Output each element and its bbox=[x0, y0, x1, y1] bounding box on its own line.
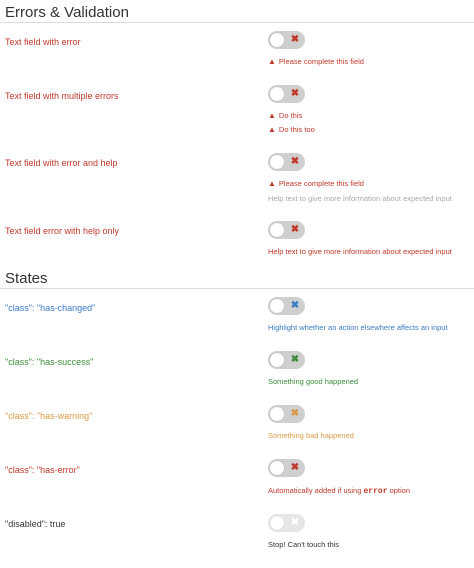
close-icon: ✖ bbox=[290, 300, 300, 311]
toggle-knob bbox=[270, 33, 284, 47]
close-icon: ✖ bbox=[290, 88, 300, 99]
toggle-switch-error-and-help[interactable]: ✖ bbox=[268, 153, 305, 171]
state-label: "class": "has-changed" bbox=[5, 303, 96, 313]
error-message: ▲ Do this bbox=[268, 111, 302, 120]
state-label: "disabled": true bbox=[5, 519, 66, 529]
states-section-title: States bbox=[5, 270, 48, 287]
toggle-switch-has-warning[interactable]: ✖ bbox=[268, 405, 305, 423]
error-message-text: Please complete this field bbox=[278, 179, 364, 188]
toggle-knob bbox=[270, 155, 284, 169]
field-label: Text field with error and help bbox=[5, 158, 118, 168]
state-label: "class": "has-warning" bbox=[5, 411, 93, 421]
toggle-switch-disabled: ✖ bbox=[268, 514, 305, 532]
help-text: Something good happened bbox=[268, 377, 359, 386]
help-text-code: error bbox=[363, 487, 388, 496]
error-message-text: Do this bbox=[278, 111, 303, 120]
toggle-knob bbox=[270, 223, 284, 237]
help-text: Something bad happened bbox=[268, 431, 354, 440]
section-divider bbox=[0, 288, 474, 289]
field-label: Text field error with help only bbox=[5, 226, 120, 236]
toggle-switch-multiple-errors[interactable]: ✖ bbox=[268, 85, 305, 103]
error-help-text: Help text to give more information about… bbox=[268, 247, 452, 256]
error-message: ▲ Please complete this field bbox=[268, 57, 364, 66]
close-icon: ✖ bbox=[290, 462, 300, 473]
toggle-switch-has-error[interactable]: ✖ bbox=[268, 459, 305, 477]
state-label: "class": "has-success" bbox=[5, 357, 94, 367]
warning-icon: ▲ bbox=[268, 125, 276, 134]
help-text: Stop! Can't touch this bbox=[268, 540, 340, 549]
error-message: ▲ Do this too bbox=[268, 125, 315, 134]
help-text: Automatically added if using error optio… bbox=[268, 486, 410, 496]
field-label: Text field with error bbox=[5, 37, 81, 47]
close-icon: ✖ bbox=[290, 517, 300, 528]
toggle-knob bbox=[270, 516, 284, 530]
toggle-switch-has-changed[interactable]: ✖ bbox=[268, 297, 305, 315]
error-message-text: Do this too bbox=[278, 125, 315, 134]
section-divider bbox=[0, 22, 474, 23]
help-text-suffix: option bbox=[389, 486, 411, 495]
warning-icon: ▲ bbox=[268, 111, 276, 120]
toggle-knob bbox=[270, 299, 284, 313]
close-icon: ✖ bbox=[290, 156, 300, 167]
toggle-knob bbox=[270, 353, 284, 367]
toggle-knob bbox=[270, 407, 284, 421]
toggle-knob bbox=[270, 461, 284, 475]
help-text: Help text to give more information about… bbox=[268, 194, 452, 203]
warning-icon: ▲ bbox=[268, 179, 276, 188]
help-text-prefix: Automatically added if using bbox=[268, 486, 362, 495]
close-icon: ✖ bbox=[290, 408, 300, 419]
close-icon: ✖ bbox=[290, 34, 300, 45]
help-text: Highlight whether an action elsewhere af… bbox=[268, 323, 448, 332]
toggle-switch-has-success[interactable]: ✖ bbox=[268, 351, 305, 369]
field-label: Text field with multiple errors bbox=[5, 91, 119, 101]
warning-icon: ▲ bbox=[268, 57, 276, 66]
close-icon: ✖ bbox=[290, 354, 300, 365]
state-label: "class": "has-error" bbox=[5, 465, 80, 475]
toggle-switch-error-help-only[interactable]: ✖ bbox=[268, 221, 305, 239]
close-icon: ✖ bbox=[290, 224, 300, 235]
toggle-knob bbox=[270, 87, 284, 101]
errors-section-title: Errors & Validation bbox=[5, 4, 129, 21]
error-message-text: Please complete this field bbox=[278, 57, 364, 66]
error-message: ▲ Please complete this field bbox=[268, 179, 364, 188]
toggle-switch-error[interactable]: ✖ bbox=[268, 31, 305, 49]
